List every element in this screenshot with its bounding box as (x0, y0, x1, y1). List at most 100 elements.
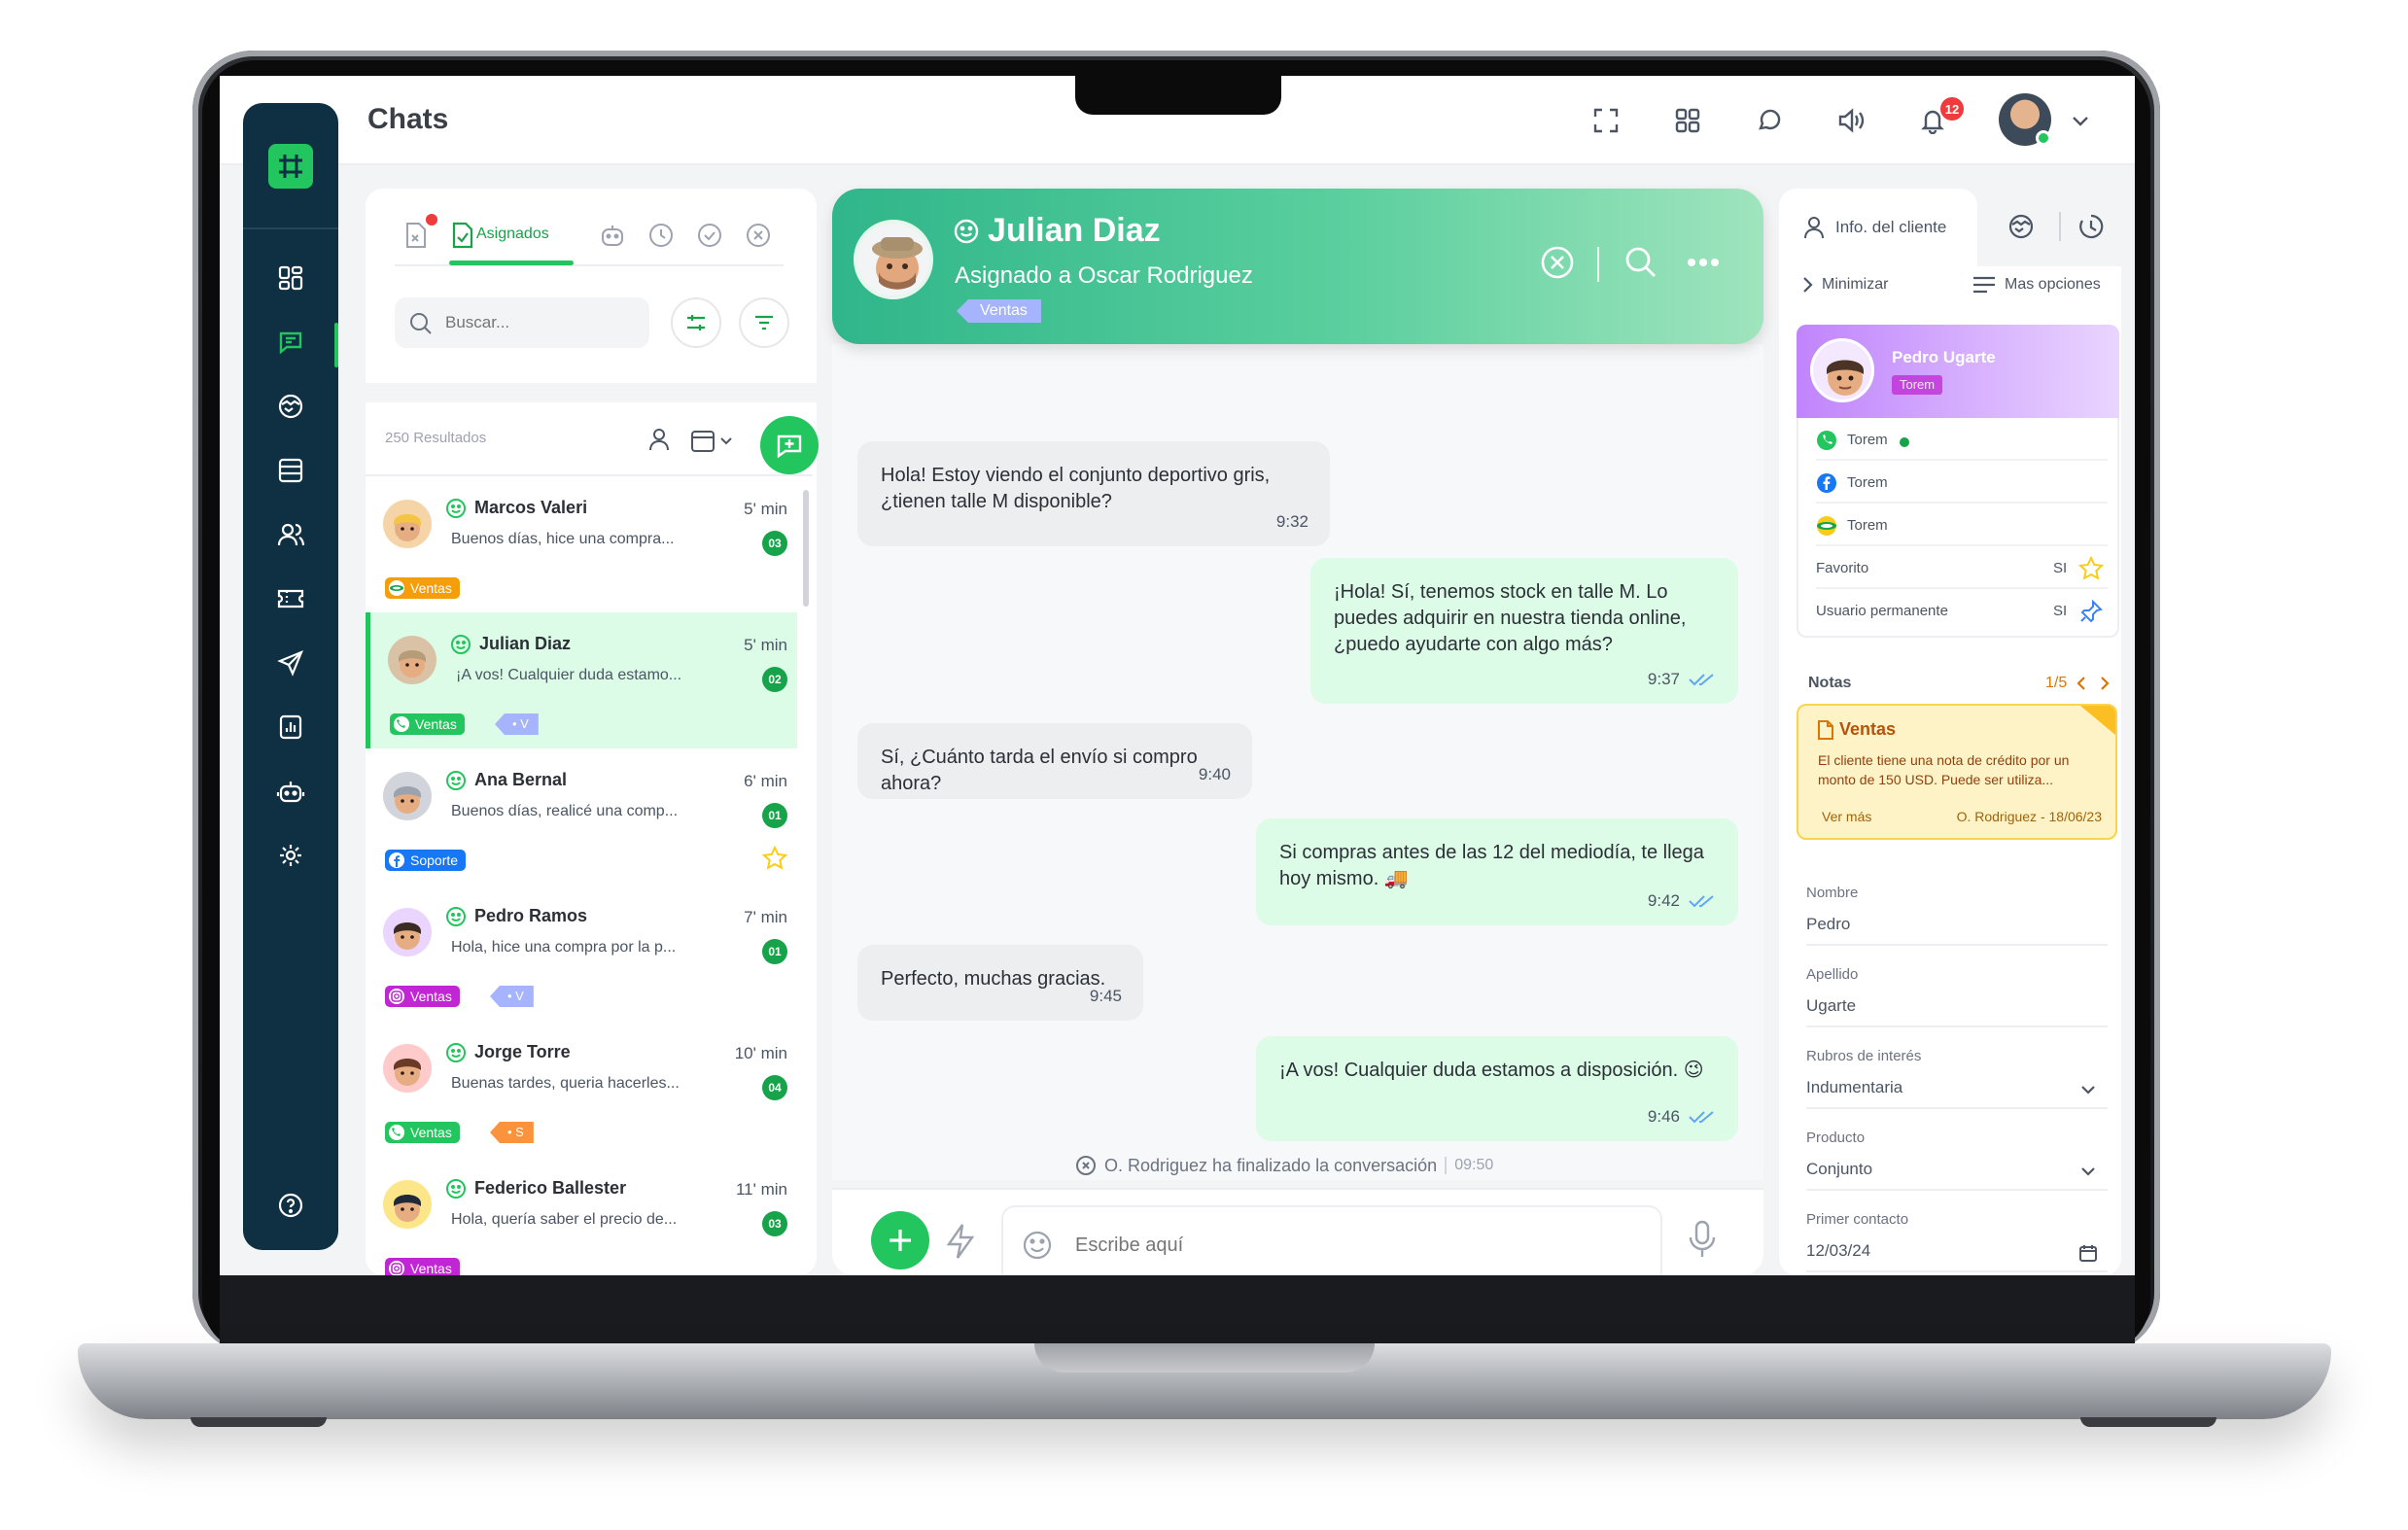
avatar (383, 908, 432, 956)
chat-item-secondary-tag: • V (490, 986, 534, 1007)
chevron-down-icon[interactable] (2078, 1162, 2098, 1181)
help-icon[interactable] (271, 1186, 310, 1225)
fullscreen-icon[interactable] (1588, 103, 1623, 138)
quick-replies-bolt-icon[interactable] (945, 1223, 980, 1262)
outgoing-message[interactable]: Si compras antes de las 12 del mediodía,… (1256, 818, 1738, 925)
chat-item-time: 10' min (734, 1044, 787, 1062)
tab-client-info[interactable]: Info. del cliente (1779, 189, 1977, 266)
chat-item-preview: Buenos días, realicé una comp... (451, 803, 679, 819)
permanent-label: Usuario permanente (1816, 603, 1948, 619)
client-field: Producto Conjunto (1806, 1130, 2108, 1191)
volume-icon[interactable] (1833, 103, 1868, 138)
outgoing-message[interactable]: ¡A vos! Cualquier duda estamos a disposi… (1256, 1036, 1738, 1141)
field-label: Producto (1806, 1130, 1866, 1146)
send-campaign-icon[interactable] (271, 643, 310, 682)
app-screen: Chats 12 Asignados Buscar... 250 Resulta… (220, 76, 2135, 1275)
outgoing-message[interactable]: ¡Hola! Sí, tenemos stock en talle M. Lo … (1310, 558, 1738, 704)
read-receipt-icon (1689, 894, 1714, 907)
pin-icon[interactable] (2078, 599, 2104, 624)
contact-avatar[interactable] (854, 220, 933, 299)
app-logo-icon[interactable] (268, 144, 313, 189)
page-title: Chats (367, 103, 449, 135)
calendar-icon[interactable] (2078, 1243, 2098, 1263)
menu-lines-icon (1973, 276, 1995, 294)
settings-gear-icon[interactable] (271, 836, 310, 875)
field-label: Nombre (1806, 885, 1859, 901)
more-options-link[interactable]: Mas opciones (2005, 276, 2101, 294)
microphone-icon[interactable] (1688, 1219, 1721, 1262)
tab-assigned[interactable]: Asignados (476, 226, 549, 243)
client-avatar[interactable] (1810, 338, 1874, 402)
tab-history-icon[interactable] (2076, 212, 2108, 243)
field-value[interactable]: Pedro (1806, 915, 2108, 946)
chat-list-item[interactable]: Pedro Ramos 7' min Hola, hice una compra… (366, 885, 797, 1021)
chevron-down-icon[interactable] (2063, 103, 2098, 138)
chevron-down-icon[interactable] (2078, 1080, 2098, 1099)
chats-icon[interactable] (271, 323, 310, 362)
chat-list-item[interactable]: Marcos Valeri 5' min Buenos días, hice u… (366, 476, 797, 612)
calendar-dropdown-icon[interactable] (690, 428, 739, 455)
closed-x-icon (1076, 1156, 1096, 1175)
add-attachment-button[interactable] (871, 1211, 929, 1269)
minimize-button[interactable]: Minimizar (1822, 276, 1888, 294)
field-value[interactable]: Ugarte (1806, 996, 2108, 1027)
tab-assigned-icon[interactable] (445, 218, 480, 253)
coin-icon (389, 580, 404, 596)
contacts-icon[interactable] (271, 515, 310, 554)
client-panel-tabs: Info. del cliente (1779, 189, 2121, 266)
system-event-text: O. Rodriguez ha finalizado la conversaci… (1104, 1155, 1438, 1175)
bot-icon[interactable] (271, 772, 310, 811)
field-value[interactable]: Indumentaria (1806, 1078, 2108, 1109)
search-input[interactable] (445, 297, 640, 348)
note-see-more[interactable]: Ver más (1822, 809, 1871, 824)
reports-icon[interactable] (271, 708, 310, 747)
new-chat-button[interactable] (760, 416, 819, 474)
avatar (383, 1180, 432, 1229)
notes-pager-arrows-icon[interactable] (2075, 675, 2113, 692)
incoming-message[interactable]: Perfecto, muchas gracias. 9:45 (857, 945, 1143, 1021)
filter-button[interactable] (739, 297, 789, 348)
chat-item-tag: Ventas (385, 577, 460, 599)
message-input[interactable] (1075, 1207, 1620, 1275)
chat-list-item[interactable]: Federico Ballester 11' min Hola, quería … (366, 1157, 797, 1275)
tab-deals-handshake-icon[interactable] (2007, 212, 2038, 243)
note-document-icon (1818, 720, 1833, 740)
list-board-icon[interactable] (271, 451, 310, 490)
adjust-filters-button[interactable] (671, 297, 721, 348)
tab-pending-clock-icon[interactable] (644, 218, 679, 253)
chat-list-item[interactable]: Julian Diaz 5' min ¡A vos! Cualquier dud… (366, 612, 797, 748)
list-scrollbar[interactable] (803, 490, 809, 607)
apps-grid-icon[interactable] (1670, 103, 1705, 138)
chat-item-preview: Hola, hice una compra por la p... (451, 939, 677, 956)
field-label: Primer contacto (1806, 1211, 1909, 1228)
handshake-icon[interactable] (271, 387, 310, 426)
note-card[interactable]: Ventas El cliente tiene una nota de créd… (1797, 704, 2117, 840)
incoming-message[interactable]: Sí, ¿Cuánto tarda el envío si compro aho… (857, 723, 1252, 799)
system-event-time: 09:50 (1445, 1157, 1493, 1174)
incoming-message[interactable]: Hola! Estoy viendo el conjunto deportivo… (857, 441, 1330, 546)
tab-closed-x-icon[interactable] (741, 218, 776, 253)
channel-online-dot (1900, 437, 1909, 447)
search-conversation-button[interactable] (1622, 243, 1660, 282)
message-time: 9:46 (1647, 1107, 1680, 1126)
ticket-icon[interactable] (271, 579, 310, 618)
chevron-right-icon[interactable] (1800, 276, 1816, 294)
active-tab-underline (449, 261, 574, 265)
nav-active-indicator (334, 323, 338, 367)
chat-list-item[interactable]: Ana Bernal 6' min Buenos días, realicé u… (366, 748, 797, 885)
chat-item-tag: Soporte (385, 850, 467, 871)
dashboard-icon[interactable] (271, 259, 310, 297)
tab-resolved-check-icon[interactable] (692, 218, 727, 253)
field-value[interactable]: 12/03/24 (1806, 1241, 2108, 1272)
assign-agent-icon[interactable] (646, 426, 675, 455)
field-value[interactable]: Conjunto (1806, 1160, 2108, 1191)
close-conversation-button[interactable] (1538, 243, 1577, 282)
tab-bot-icon[interactable] (595, 218, 630, 253)
emoji-icon[interactable] (1021, 1229, 1054, 1262)
note-body: El cliente tiene una nota de crédito por… (1818, 752, 2070, 787)
chat-list-item[interactable]: Jorge Torre 10' min Buenas tardes, queri… (366, 1021, 797, 1157)
support-chat-icon[interactable] (1752, 103, 1787, 138)
more-options-button[interactable] (1684, 243, 1723, 282)
star-icon[interactable] (762, 846, 787, 871)
star-icon[interactable] (2078, 556, 2104, 581)
